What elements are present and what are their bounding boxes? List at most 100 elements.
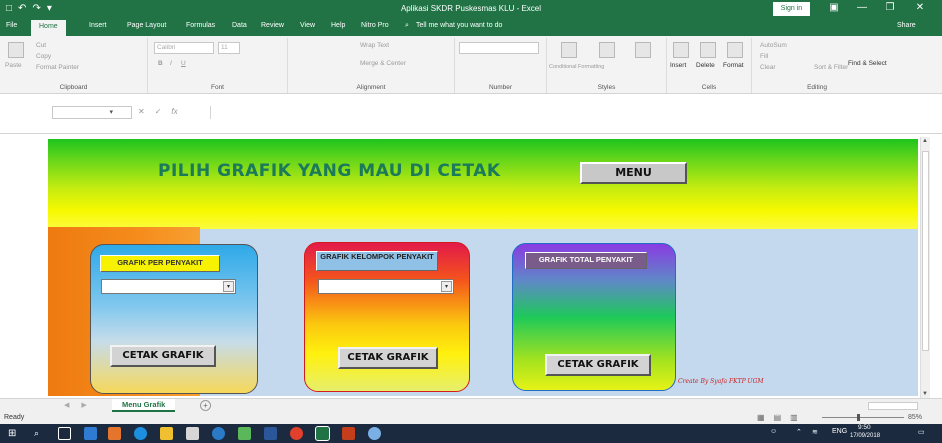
sheet-tab-menu-grafik[interactable]: Menu Grafik (112, 399, 176, 412)
scroll-thumb[interactable] (922, 151, 929, 351)
insert-cells-icon[interactable] (673, 42, 689, 58)
sign-in-button[interactable]: Sign in (773, 2, 810, 16)
zoom-level[interactable]: 85% (908, 414, 922, 421)
close-button[interactable]: ✕ (910, 2, 930, 13)
font-size-select[interactable]: 11 (218, 42, 240, 54)
horizontal-scrollbar[interactable] (868, 402, 918, 410)
ribbon-display-icon[interactable]: ▣ (824, 2, 844, 13)
conditional-formatting-icon[interactable] (561, 42, 577, 58)
zoom-thumb[interactable] (857, 414, 860, 421)
normal-view-icon[interactable]: ▦ (757, 413, 765, 422)
grafik-total-penyakit-button[interactable]: GRAFIK TOTAL PENYAKIT (525, 252, 647, 269)
add-sheet-button[interactable]: + (200, 400, 211, 411)
app-icon[interactable] (212, 427, 225, 440)
tab-page-layout[interactable]: Page Layout (127, 22, 166, 29)
next-sheet-icon[interactable]: ▶ (81, 401, 86, 409)
font-name-select[interactable]: Calibri (154, 42, 214, 54)
merge-center-button[interactable]: Merge & Center (360, 60, 406, 67)
chevron-down-icon[interactable]: ▾ (223, 281, 234, 292)
chrome-icon[interactable] (290, 427, 303, 440)
app-icon[interactable] (238, 427, 251, 440)
menu-button[interactable]: MENU (580, 162, 687, 184)
format-as-table-icon[interactable] (599, 42, 615, 58)
file-explorer-icon[interactable] (160, 427, 173, 440)
search-icon[interactable]: ⌕ (34, 427, 47, 440)
name-box[interactable]: ▾ (52, 106, 132, 119)
grafik-per-penyakit-button[interactable]: GRAFIK PER PENYAKIT (100, 255, 220, 272)
clock-date[interactable]: 17/09/2018 (850, 433, 880, 439)
excel-icon[interactable] (315, 426, 330, 441)
delete-cells-icon[interactable] (700, 42, 716, 58)
page-layout-view-icon[interactable]: ▤ (774, 413, 782, 422)
tab-home[interactable]: Home (31, 20, 66, 36)
cell-styles-icon[interactable] (635, 42, 651, 58)
language-indicator[interactable]: ENG (832, 428, 847, 435)
edge-icon[interactable] (134, 427, 147, 440)
page-break-view-icon[interactable]: ▥ (790, 413, 798, 422)
zoom-slider[interactable] (822, 417, 904, 418)
kelompok-combo[interactable]: ▾ (318, 279, 454, 294)
find-select-button[interactable]: Find & Select (848, 60, 887, 67)
conditional-formatting-button[interactable]: Conditional Formatting (549, 64, 604, 70)
tab-file[interactable]: File (6, 22, 17, 29)
people-icon[interactable]: ☺ (770, 428, 777, 435)
grafik-kelompok-penyakit-button[interactable]: GRAFIK KELOMPOK PENYAKIT (316, 251, 438, 271)
copy-button[interactable]: Copy (36, 53, 51, 60)
tab-data[interactable]: Data (232, 22, 247, 29)
scroll-down-icon[interactable]: ▼ (922, 391, 928, 397)
tab-help[interactable]: Help (331, 22, 345, 29)
app-icon[interactable] (368, 427, 381, 440)
notifications-icon[interactable]: ▭ (918, 428, 925, 436)
formula-input[interactable] (210, 106, 932, 119)
network-icon[interactable]: ≋ (812, 428, 818, 436)
insert-function-button[interactable]: fx (171, 107, 177, 116)
worksheet[interactable]: PILIH GRAFIK YANG MAU DI CETAK MENU GRAF… (48, 139, 918, 396)
wrap-text-button[interactable]: Wrap Text (360, 42, 389, 49)
tab-formulas[interactable]: Formulas (186, 22, 215, 29)
minimize-button[interactable]: — (852, 2, 872, 13)
show-hidden-icon[interactable]: ⌃ (796, 428, 802, 436)
sort-filter-button[interactable]: Sort & Filter (814, 64, 848, 71)
penyakit-combo[interactable]: ▾ (101, 279, 236, 294)
cut-button[interactable]: Cut (36, 42, 46, 49)
app-icon[interactable] (108, 427, 121, 440)
tab-insert[interactable]: Insert (89, 22, 107, 29)
chevron-down-icon[interactable]: ▾ (441, 281, 452, 292)
italic-button[interactable]: I (170, 60, 172, 67)
fill-button[interactable]: Fill (760, 53, 768, 60)
bold-button[interactable]: B (158, 60, 163, 67)
cancel-icon[interactable]: ✕ (138, 107, 145, 116)
scroll-up-icon[interactable]: ▲ (922, 138, 928, 144)
search-icon[interactable]: ⌕ (405, 22, 409, 30)
tab-view[interactable]: View (300, 22, 315, 29)
format-painter-button[interactable]: Format Painter (36, 64, 79, 71)
windows-start-icon[interactable]: ⊞ (8, 427, 21, 440)
tab-nitro-pro[interactable]: Nitro Pro (361, 22, 389, 29)
underline-button[interactable]: U (181, 60, 186, 67)
cetak-grafik-button-2[interactable]: CETAK GRAFIK (338, 347, 438, 369)
clear-button[interactable]: Clear (760, 64, 776, 71)
powerpoint-icon[interactable] (342, 427, 355, 440)
paste-button[interactable]: Paste (5, 62, 22, 69)
share-button[interactable]: Share (897, 22, 916, 29)
format-button[interactable]: Format (723, 62, 744, 69)
paste-icon[interactable] (8, 42, 24, 58)
number-format-select[interactable] (459, 42, 539, 54)
prev-sheet-icon[interactable]: ◀ (64, 401, 69, 409)
store-icon[interactable] (186, 427, 199, 440)
app-icon[interactable] (84, 427, 97, 440)
cetak-grafik-button-3[interactable]: CETAK GRAFIK (545, 354, 651, 376)
tab-review[interactable]: Review (261, 22, 284, 29)
task-view-icon[interactable] (58, 427, 71, 440)
enter-icon[interactable]: ✓ (155, 107, 162, 116)
delete-button[interactable]: Delete (696, 62, 715, 69)
maximize-button[interactable]: ❐ (880, 2, 900, 13)
format-cells-icon[interactable] (727, 42, 743, 58)
insert-button[interactable]: Insert (670, 62, 686, 69)
cetak-grafik-button-1[interactable]: CETAK GRAFIK (110, 345, 216, 367)
autosum-button[interactable]: AutoSum (760, 42, 787, 49)
clock-time[interactable]: 9:50 (858, 424, 871, 431)
vertical-scrollbar[interactable]: ▲ ▼ (920, 137, 930, 398)
word-icon[interactable] (264, 427, 277, 440)
tell-me-box[interactable]: Tell me what you want to do (416, 22, 502, 29)
